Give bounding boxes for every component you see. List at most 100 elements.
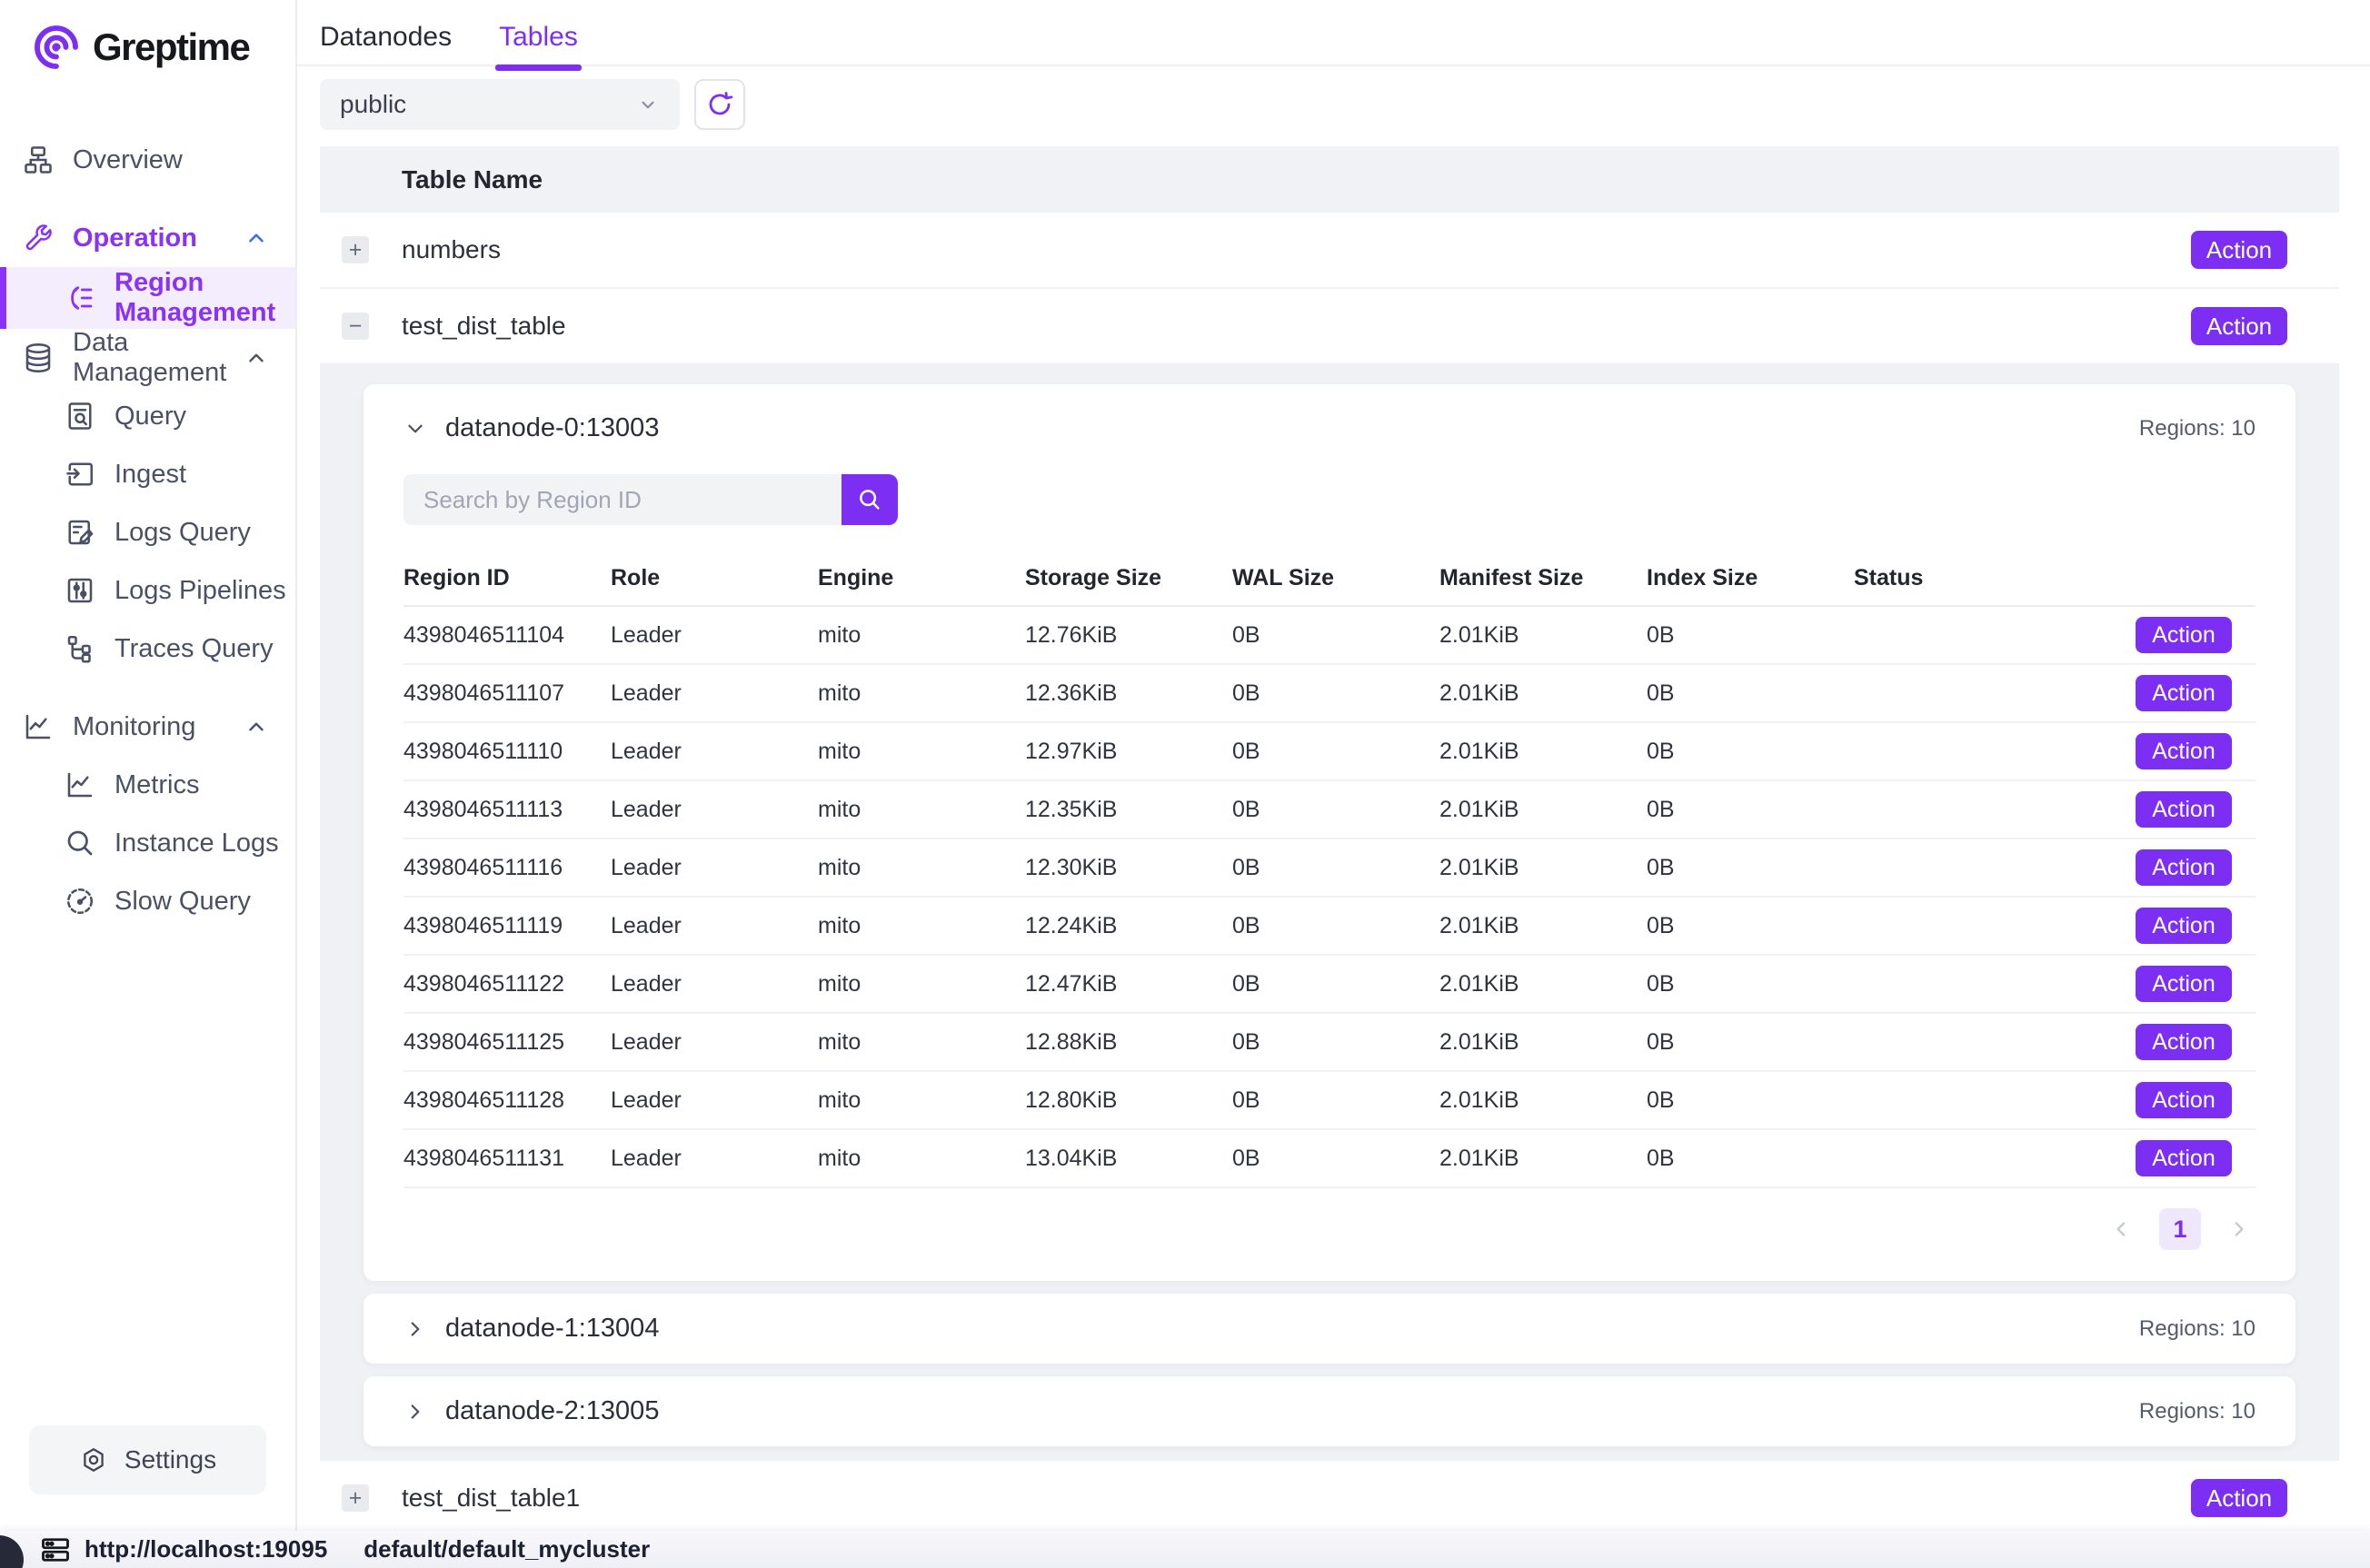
previous-page-icon[interactable]: [2110, 1217, 2134, 1241]
region-action-button[interactable]: Action: [2136, 617, 2232, 653]
sidebar-item-label: Operation: [73, 223, 197, 253]
sidebar-item-label: Monitoring: [73, 712, 195, 742]
region-action-cell: Action: [2136, 1082, 2255, 1118]
sidebar-item-overview[interactable]: Overview: [0, 131, 295, 189]
sidebar-item-slow-query[interactable]: Slow Query: [0, 872, 295, 930]
table-row-test-dist-table1: + test_dist_table1 Action: [320, 1461, 2339, 1531]
region-cell-wal-size: 0B: [1232, 797, 1439, 823]
datanode-1-header[interactable]: datanode-1:13004 Regions: 10: [403, 1314, 2255, 1344]
datanode-0-card: datanode-0:13003 Regions: 10: [363, 384, 2295, 1281]
datanode-2-header[interactable]: datanode-2:13005 Regions: 10: [403, 1396, 2255, 1426]
region-cell-role: Leader: [611, 1029, 818, 1056]
table-name: test_dist_table1: [402, 1484, 580, 1513]
region-cell-index-size: 0B: [1647, 797, 1854, 823]
region-cell-wal-size: 0B: [1232, 1146, 1439, 1172]
server-url[interactable]: http://localhost:19095: [85, 1535, 327, 1563]
regions-count: Regions: 10: [2139, 1316, 2255, 1342]
region-action-cell: Action: [2136, 617, 2255, 653]
datanode-2-card: datanode-2:13005 Regions: 10: [363, 1376, 2295, 1446]
chevron-right-icon: [403, 1400, 427, 1424]
region-cell-wal-size: 0B: [1232, 622, 1439, 649]
region-cell-storage-size: 12.88KiB: [1025, 1029, 1232, 1056]
region-cell-role: Leader: [611, 1087, 818, 1114]
region-action-button[interactable]: Action: [2136, 791, 2232, 828]
search-icon: [856, 486, 883, 513]
col-engine: Engine: [818, 565, 1025, 591]
refresh-button[interactable]: [694, 79, 745, 130]
region-cell-region-id: 4398046511131: [403, 1146, 611, 1172]
region-search-button[interactable]: [841, 474, 898, 525]
sidebar-item-logs-pipelines[interactable]: Logs Pipelines: [0, 561, 295, 620]
sidebar-item-traces-query[interactable]: Traces Query: [0, 620, 295, 678]
region-cell-role: Leader: [611, 1146, 818, 1172]
region-action-button[interactable]: Action: [2136, 1140, 2232, 1176]
chevron-down-icon: [403, 417, 427, 441]
table-name: test_dist_table: [402, 312, 566, 341]
schema-select[interactable]: public: [320, 79, 680, 130]
region-cell-storage-size: 13.04KiB: [1025, 1146, 1232, 1172]
region-action-button[interactable]: Action: [2136, 733, 2232, 769]
collapse-icon[interactable]: −: [342, 313, 369, 340]
datanode-1-card: datanode-1:13004 Regions: 10: [363, 1294, 2295, 1364]
sidebar-item-data-management[interactable]: Data Management: [0, 329, 295, 387]
region-action-button[interactable]: Action: [2136, 675, 2232, 711]
region-action-button[interactable]: Action: [2136, 1082, 2232, 1118]
sidebar-item-operation[interactable]: Operation: [0, 209, 295, 267]
page-number[interactable]: 1: [2159, 1208, 2201, 1250]
sidebar-item-logs-query[interactable]: Logs Query: [0, 503, 295, 561]
sidebar-item-query[interactable]: Query: [0, 387, 295, 445]
region-action-button[interactable]: Action: [2136, 1024, 2232, 1060]
region-action-button[interactable]: Action: [2136, 966, 2232, 1002]
chevron-up-icon[interactable]: [244, 226, 268, 250]
sidebar-item-metrics[interactable]: Metrics: [0, 756, 295, 814]
region-cell-storage-size: 12.24KiB: [1025, 913, 1232, 939]
datanode-0-header[interactable]: datanode-0:13003 Regions: 10: [403, 413, 2255, 443]
region-cell-role: Leader: [611, 739, 818, 765]
app: Greptime Overview: [0, 0, 2370, 1531]
region-cell-manifest-size: 2.01KiB: [1439, 1146, 1647, 1172]
region-cell-index-size: 0B: [1647, 855, 1854, 881]
region-cell-engine: mito: [818, 797, 1025, 823]
sidebar-item-region-management[interactable]: Region Management: [0, 267, 295, 329]
refresh-icon: [705, 90, 734, 119]
sidebar-item-label: Overview: [73, 145, 183, 175]
region-cell-storage-size: 12.36KiB: [1025, 680, 1232, 707]
cluster-name[interactable]: default/default_mycluster: [363, 1535, 650, 1563]
region-table-header: Region ID Role Engine Storage Size WAL S…: [403, 551, 2255, 607]
expand-icon[interactable]: +: [342, 236, 369, 263]
table-action-button[interactable]: Action: [2191, 231, 2287, 269]
region-cell-index-size: 0B: [1647, 1029, 1854, 1056]
next-page-icon[interactable]: [2226, 1217, 2250, 1241]
region-cell-index-size: 0B: [1647, 1087, 1854, 1114]
region-action-button[interactable]: Action: [2136, 908, 2232, 944]
logs-pipelines-icon: [64, 574, 96, 607]
region-cell-storage-size: 12.47KiB: [1025, 971, 1232, 997]
region-cell-role: Leader: [611, 680, 818, 707]
pagination: 1: [403, 1188, 2255, 1252]
sidebar-item-label: Logs Query: [115, 518, 251, 548]
main-area: Datanodes Tables public: [297, 0, 2370, 1531]
tab-tables[interactable]: Tables: [499, 22, 578, 69]
sidebar-item-monitoring[interactable]: Monitoring: [0, 698, 295, 756]
region-table-body: 4398046511104Leadermito12.76KiB0B2.01KiB…: [403, 607, 2255, 1188]
chevron-up-icon[interactable]: [244, 715, 268, 739]
sidebar-item-instance-logs[interactable]: Instance Logs: [0, 814, 295, 872]
table-row-numbers: + numbers Action: [320, 213, 2339, 289]
settings-button[interactable]: Settings: [29, 1425, 266, 1494]
region-table-row: 4398046511131Leadermito13.04KiB0B2.01KiB…: [403, 1130, 2255, 1188]
sidebar-item-label: Instance Logs: [115, 829, 279, 858]
expand-icon[interactable]: +: [342, 1484, 369, 1512]
region-cell-index-size: 0B: [1647, 739, 1854, 765]
chevron-up-icon[interactable]: [244, 346, 268, 370]
region-action-cell: Action: [2136, 1024, 2255, 1060]
table-action-button[interactable]: Action: [2191, 307, 2287, 345]
tab-datanodes[interactable]: Datanodes: [320, 22, 452, 69]
col-region-id: Region ID: [403, 565, 611, 591]
region-action-button[interactable]: Action: [2136, 849, 2232, 886]
region-search-input[interactable]: [403, 474, 841, 525]
region-cell-role: Leader: [611, 797, 818, 823]
sidebar-item-ingest[interactable]: Ingest: [0, 445, 295, 503]
sidebar-item-label: Region Management: [115, 268, 295, 328]
region-cell-engine: mito: [818, 680, 1025, 707]
table-action-button[interactable]: Action: [2191, 1479, 2287, 1517]
